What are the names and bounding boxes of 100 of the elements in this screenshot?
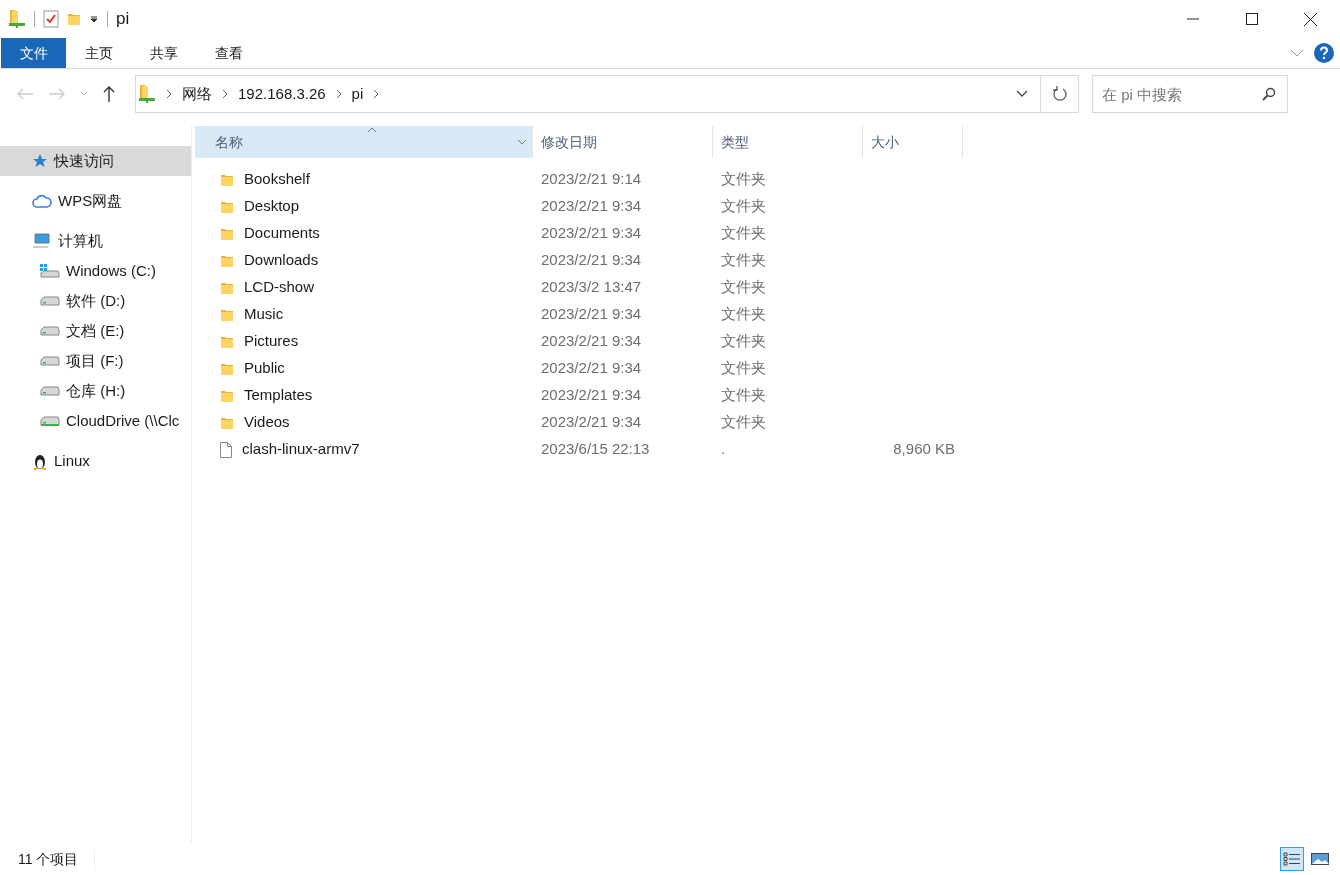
chevron-right-icon[interactable] [373,89,380,99]
date-cell: 2023/6/15 22:13 [541,440,650,458]
penguin-icon [32,452,48,470]
file-name: clash-linux-armv7 [242,439,360,460]
type-cell: 文件夹 [721,413,766,431]
column-header[interactable]: 大小 [863,126,963,158]
file-row[interactable]: clash-linux-armv7 2023/6/15 22:13 . 8,960 KB [195,436,1340,463]
cloud-icon [32,193,52,209]
breadcrumb-item[interactable]: pi [351,82,364,106]
breadcrumb-item[interactable]: 网络 [182,82,212,106]
drive-icon [40,386,60,396]
maximize-icon[interactable] [1245,13,1258,25]
file-name: Templates [244,385,313,406]
properties-icon[interactable] [43,10,59,28]
sidebar-item[interactable]: 文档 (E:) [0,316,191,346]
file-name: Videos [244,412,290,433]
folder-icon [220,172,234,187]
file-row[interactable]: LCD-show 2023/3/2 13:47 文件夹 [195,274,1340,301]
date-cell: 2023/2/21 9:34 [541,413,642,431]
file-name: Bookshelf [244,169,310,190]
type-cell: 文件夹 [721,305,766,323]
file-icon [220,441,232,458]
sidebar-item[interactable]: 项目 (F:) [0,346,191,376]
file-row[interactable]: Videos 2023/2/21 9:34 文件夹 [195,409,1340,436]
dropdown-icon[interactable] [89,14,99,24]
folder-icon [220,334,234,349]
network-folder-icon [8,9,26,29]
file-name: Documents [244,223,320,244]
drive-icon [40,416,60,426]
ribbon-tab[interactable]: 主页 [66,38,131,68]
folder-icon [220,280,234,295]
file-row[interactable]: Music 2023/2/21 9:34 文件夹 [195,301,1340,328]
sidebar-item[interactable]: 软件 (D:) [0,286,191,316]
date-cell: 2023/2/21 9:34 [541,386,642,404]
file-row[interactable]: Downloads 2023/2/21 9:34 文件夹 [195,247,1340,274]
date-cell: 2023/2/21 9:34 [541,224,642,242]
type-cell: 文件夹 [721,359,766,377]
file-row[interactable]: Bookshelf 2023/2/21 9:14 文件夹 [195,166,1340,193]
type-cell: 文件夹 [721,224,766,242]
windows-drive-icon [40,264,60,278]
search-field[interactable]: 在 pi 中搜索 [1092,75,1288,113]
type-cell: 文件夹 [721,278,766,296]
date-cell: 2023/2/21 9:34 [541,197,642,215]
type-cell: 文件夹 [721,197,766,215]
computer-icon [32,233,52,249]
folder-icon [220,253,234,268]
ribbon-tab[interactable]: 查看 [196,38,261,68]
sidebar-item[interactable]: WPS网盘 [0,186,191,216]
drive-icon [40,356,60,366]
close-icon[interactable] [1304,12,1317,26]
date-cell: 2023/2/21 9:14 [541,170,642,188]
column-header[interactable]: 修改日期 [533,126,713,158]
sidebar-item[interactable]: Linux [0,446,191,476]
column-header[interactable]: 类型 [713,126,863,158]
item-count: 11 个项目 [18,848,96,870]
refresh-icon[interactable] [1051,86,1068,102]
details-view-button[interactable] [1280,847,1304,871]
sidebar-item[interactable]: CloudDrive (\\Clc [0,406,191,436]
type-cell: 文件夹 [721,251,766,269]
size-cell: 8,960 KB [893,440,955,458]
ribbon-tab[interactable]: 共享 [131,38,196,68]
date-cell: 2023/2/21 9:34 [541,332,642,350]
folder-icon [220,388,234,403]
date-cell: 2023/2/21 9:34 [541,359,642,377]
type-cell: 文件夹 [721,170,766,188]
type-cell: 文件夹 [721,386,766,404]
file-name: Desktop [244,196,300,217]
date-cell: 2023/3/2 13:47 [541,278,642,296]
folder-icon [220,415,234,430]
file-row[interactable]: Templates 2023/2/21 9:34 文件夹 [195,382,1340,409]
file-row[interactable]: Desktop 2023/2/21 9:34 文件夹 [195,193,1340,220]
chevron-right-icon[interactable] [166,89,172,99]
up-arrow-icon[interactable] [102,85,116,103]
chevron-right-icon[interactable] [222,89,228,99]
chevron-right-icon[interactable] [335,89,342,99]
file-name: Public [244,358,285,379]
column-header[interactable]: 名称 [195,126,533,158]
file-row[interactable]: Public 2023/2/21 9:34 文件夹 [195,355,1340,382]
breadcrumb-item[interactable]: 192.168.3.26 [238,82,326,106]
ribbon-tab[interactable]: 文件 [1,38,66,68]
sidebar-item[interactable]: Windows (C:) [0,256,191,286]
sidebar-item[interactable]: 快速访问 [0,146,191,176]
sidebar-item[interactable]: 仓库 (H:) [0,376,191,406]
file-name: LCD-show [244,277,315,298]
date-cell: 2023/2/21 9:34 [541,305,642,323]
network-folder-icon [138,84,156,104]
drive-icon [40,296,60,306]
file-row[interactable]: Pictures 2023/2/21 9:34 文件夹 [195,328,1340,355]
folder-icon [220,226,234,241]
type-cell: . [721,440,726,458]
file-name: Pictures [244,331,299,352]
sidebar-item[interactable]: 计算机 [0,226,191,256]
help-icon[interactable] [1314,43,1334,63]
folder-icon [220,199,234,214]
chevron-down-icon[interactable] [1016,90,1028,98]
drive-icon [40,326,60,336]
file-row[interactable]: Documents 2023/2/21 9:34 文件夹 [195,220,1340,247]
window-title: pi [116,8,130,31]
address-bar[interactable]: 网络 192.168.3.26 pi [135,75,1079,113]
date-cell: 2023/2/21 9:34 [541,251,642,269]
